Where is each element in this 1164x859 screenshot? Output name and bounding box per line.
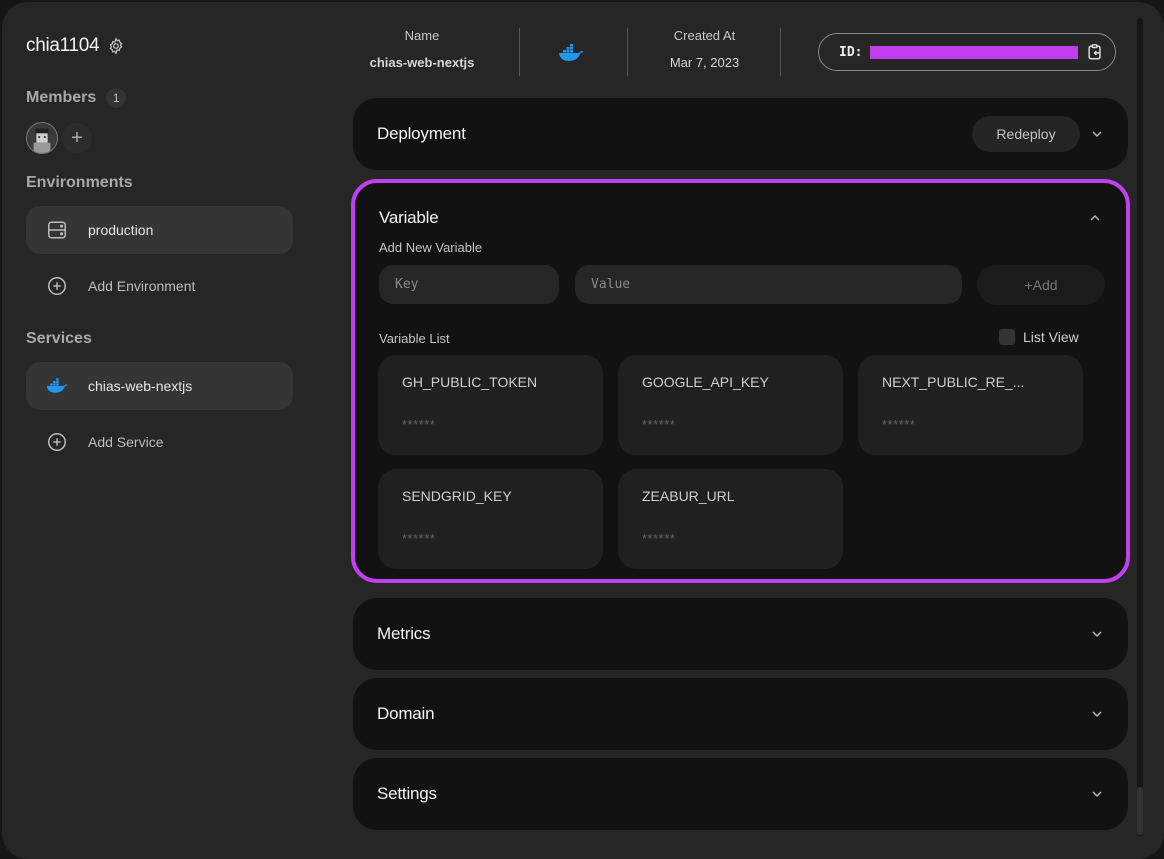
gear-icon[interactable]	[107, 37, 125, 55]
scrollbar-track[interactable]	[1137, 18, 1143, 836]
deployment-title[interactable]: Deployment	[377, 124, 466, 144]
variable-value-input[interactable]	[575, 265, 962, 304]
plus-circle-icon	[46, 431, 68, 453]
service-header: Name chias-web-nextjs Created At Mar 7, …	[352, 2, 1132, 92]
variable-card[interactable]: GH_PUBLIC_TOKEN ******	[378, 355, 603, 455]
plus-icon: +	[71, 126, 83, 149]
docker-icon	[46, 375, 68, 397]
divider	[780, 28, 781, 76]
variable-key-input[interactable]	[379, 265, 559, 304]
app-window: chia1104 Members 1 + Environments produc…	[2, 2, 1164, 859]
created-at-label: Created At	[673, 28, 736, 43]
list-view-toggle[interactable]: List View	[999, 329, 1079, 345]
variable-value-masked: ******	[402, 417, 436, 432]
variable-value-masked: ******	[882, 417, 916, 432]
environment-item-production[interactable]: production	[26, 206, 293, 254]
settings-panel[interactable]: Settings	[353, 758, 1128, 830]
scrollbar-thumb[interactable]	[1137, 787, 1143, 835]
variable-value-masked: ******	[402, 531, 436, 546]
created-at-field: Created At Mar 7, 2023	[642, 28, 767, 70]
variable-panel: Variable Add New Variable +Add Variable …	[351, 179, 1130, 583]
list-view-label: List View	[1023, 329, 1079, 345]
settings-title: Settings	[377, 784, 437, 803]
add-new-variable-label: Add New Variable	[379, 240, 483, 255]
name-value: chias-web-nextjs	[369, 55, 475, 70]
project-name: chia1104	[26, 35, 100, 56]
user-avatar[interactable]	[26, 122, 58, 154]
chevron-down-icon[interactable]	[1090, 627, 1104, 641]
divider	[519, 28, 520, 76]
members-header: Members 1	[26, 88, 127, 108]
docker-icon	[558, 44, 584, 67]
services-title: Services	[26, 330, 92, 347]
variable-card[interactable]: ZEABUR_URL ******	[618, 469, 843, 569]
name-label: Name	[404, 28, 440, 43]
service-label: chias-web-nextjs	[88, 378, 193, 394]
variable-card[interactable]: NEXT_PUBLIC_RE_... ******	[858, 355, 1083, 455]
variable-key: ZEABUR_URL	[642, 488, 735, 504]
variable-key: SENDGRID_KEY	[402, 488, 512, 504]
add-member-button[interactable]: +	[62, 123, 92, 153]
variable-key: NEXT_PUBLIC_RE_...	[882, 374, 1025, 390]
service-name-field: Name chias-web-nextjs	[352, 28, 492, 70]
members-list: +	[26, 122, 92, 154]
members-title: Members	[26, 89, 97, 106]
server-icon	[46, 219, 68, 241]
variable-list-label: Variable List	[379, 331, 450, 346]
id-value-redacted: [redacted]	[870, 45, 1079, 59]
created-at-value: Mar 7, 2023	[669, 55, 740, 70]
sidebar: chia1104 Members 1 + Environments produc…	[2, 2, 322, 859]
variable-key: GOOGLE_API_KEY	[642, 374, 769, 390]
domain-panel[interactable]: Domain	[353, 678, 1128, 750]
metrics-title: Metrics	[377, 624, 431, 643]
domain-title: Domain	[377, 704, 435, 723]
chevron-down-icon[interactable]	[1090, 127, 1104, 141]
members-count-badge: 1	[106, 88, 127, 108]
chevron-down-icon[interactable]	[1090, 707, 1104, 721]
deployment-panel: Deployment Redeploy	[353, 98, 1128, 170]
environments-title: Environments	[26, 174, 133, 191]
add-service-label: Add Service	[88, 434, 164, 450]
redeploy-button[interactable]: Redeploy	[972, 116, 1080, 152]
add-variable-button[interactable]: +Add	[977, 265, 1105, 305]
variable-value-masked: ******	[642, 531, 676, 546]
plus-circle-icon	[46, 275, 68, 297]
add-service-button[interactable]: Add Service	[26, 418, 293, 466]
service-item-chias-web-nextjs[interactable]: chias-web-nextjs	[26, 362, 293, 410]
add-environment-label: Add Environment	[88, 278, 196, 294]
variable-list: GH_PUBLIC_TOKEN ****** GOOGLE_API_KEY **…	[378, 355, 1083, 569]
divider	[627, 28, 628, 76]
service-id-pill: ID: [redacted]	[818, 33, 1116, 71]
variable-key: GH_PUBLIC_TOKEN	[402, 374, 538, 390]
variable-title[interactable]: Variable	[379, 208, 439, 228]
list-view-checkbox[interactable]	[999, 329, 1015, 345]
id-label: ID:	[839, 44, 863, 60]
environment-label: production	[88, 222, 154, 238]
chevron-up-icon[interactable]	[1088, 211, 1102, 225]
metrics-panel[interactable]: Metrics	[353, 598, 1128, 670]
project-header: chia1104	[26, 35, 125, 57]
variable-card[interactable]: SENDGRID_KEY ******	[378, 469, 603, 569]
clipboard-copy-icon[interactable]	[1086, 43, 1104, 61]
variable-card[interactable]: GOOGLE_API_KEY ******	[618, 355, 843, 455]
variable-value-masked: ******	[642, 417, 676, 432]
add-environment-button[interactable]: Add Environment	[26, 262, 293, 310]
chevron-down-icon[interactable]	[1090, 787, 1104, 801]
